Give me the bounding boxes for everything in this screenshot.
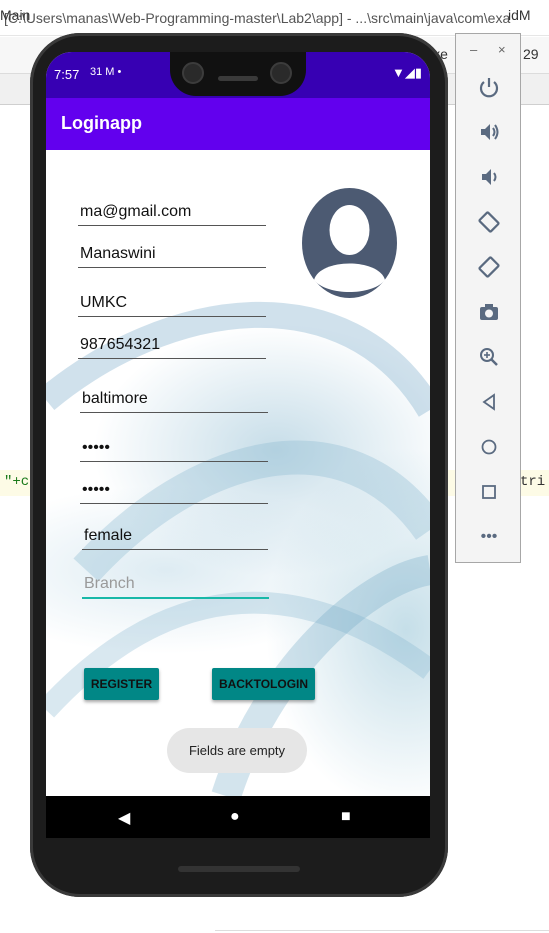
code-fragment-left: "+c [4,474,30,490]
app-bar: Loginapp [46,98,430,150]
branch-placeholder: Branch [84,575,135,592]
university-value: UMKC [80,294,128,311]
home-icon[interactable] [476,434,502,460]
navigation-bar: ◀ ● ■ [46,796,430,838]
signal-battery-icons: ▼◢▮ [391,65,422,80]
code-fragment-right: tri [520,474,546,490]
ide-tab-right[interactable]: idM [508,7,531,23]
registration-form: ma@gmail.com Manaswini UMKC 987654321 ba… [46,150,430,796]
power-icon[interactable] [476,74,502,100]
name-field[interactable]: Manaswini [78,238,266,268]
email-field[interactable]: ma@gmail.com [78,196,266,226]
status-bar: 7:57 31 M • ▼◢▮ [46,52,430,98]
profile-avatar-icon [302,188,397,298]
status-time: 7:57 [54,67,80,82]
divider [215,930,549,931]
toast-message: Fields are empty [167,728,307,773]
more-icon[interactable]: ••• [476,524,502,550]
nav-home-icon[interactable]: ● [230,808,240,826]
front-camera-icon [270,62,292,84]
gender-value: female [84,527,133,544]
emulator-toolbar: – × ••• [455,33,521,563]
camera-notch [170,52,306,96]
email-value: ma@gmail.com [80,203,192,220]
phone-speaker-grill [178,866,300,872]
name-value: Manaswini [80,245,156,262]
phone-value: 987654321 [80,336,161,353]
close-icon[interactable]: × [498,42,506,57]
branch-field[interactable]: Branch [82,569,269,599]
university-field[interactable]: UMKC [78,287,266,317]
ide-tab-main[interactable]: Main [0,7,30,23]
zoom-icon[interactable] [476,344,502,370]
city-field[interactable]: baltimore [80,383,268,413]
ide-api-level: 29 [523,46,539,62]
register-button[interactable]: REGISTER [84,668,159,700]
ide-window-title: [C:\Users\manas\Web-Programming-master\L… [0,0,549,36]
back-icon[interactable] [476,389,502,415]
app-title: Loginapp [61,113,142,133]
volume-up-icon[interactable] [476,119,502,145]
notification-icons: 31 M • [90,66,122,78]
rotate-right-icon[interactable] [476,254,502,280]
phone-screen: 7:57 31 M • ▼◢▮ Loginapp ma@gmail.com Ma… [46,52,430,838]
password-value: ••••• [82,439,111,456]
camera-icon[interactable] [476,299,502,325]
overview-icon[interactable] [476,479,502,505]
back-to-login-button[interactable]: BACKTOLOGIN [212,668,315,700]
rotate-left-icon[interactable] [476,209,502,235]
phone-field[interactable]: 987654321 [78,329,266,359]
volume-down-icon[interactable] [476,164,502,190]
confirm-password-field[interactable]: ••••• [80,474,268,504]
password-field[interactable]: ••••• [80,432,268,462]
confirm-password-value: ••••• [82,481,111,498]
nav-back-icon[interactable]: ◀ [118,808,130,828]
earpiece-icon [218,76,258,81]
nav-overview-icon[interactable]: ■ [341,808,351,826]
gender-field[interactable]: female [82,520,268,550]
minimize-icon[interactable]: – [470,42,477,57]
city-value: baltimore [82,390,148,407]
front-camera-icon [182,62,204,84]
